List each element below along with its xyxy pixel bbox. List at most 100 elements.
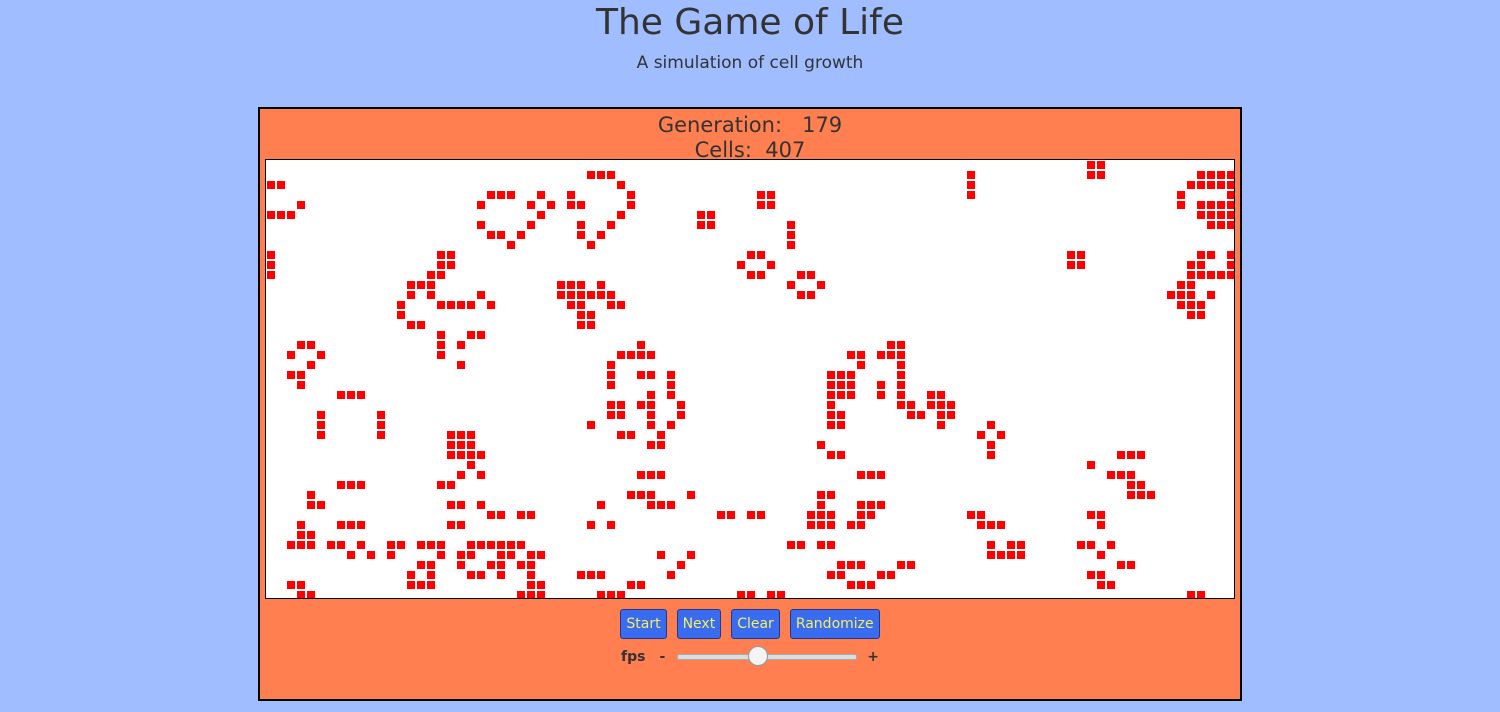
live-cell[interactable]: [497, 571, 505, 579]
live-cell[interactable]: [997, 431, 1005, 439]
live-cell[interactable]: [537, 581, 545, 589]
live-cell[interactable]: [827, 451, 835, 459]
live-cell[interactable]: [1187, 301, 1195, 309]
live-cell[interactable]: [337, 541, 345, 549]
live-cell[interactable]: [807, 271, 815, 279]
live-cell[interactable]: [637, 471, 645, 479]
live-cell[interactable]: [437, 481, 445, 489]
live-cell[interactable]: [827, 381, 835, 389]
live-cell[interactable]: [817, 441, 825, 449]
live-cell[interactable]: [467, 571, 475, 579]
live-cell[interactable]: [897, 371, 905, 379]
next-button[interactable]: Next: [676, 609, 722, 639]
live-cell[interactable]: [1077, 541, 1085, 549]
live-cell[interactable]: [607, 411, 615, 419]
live-cell[interactable]: [307, 541, 315, 549]
live-cell[interactable]: [1177, 281, 1185, 289]
live-cell[interactable]: [297, 341, 305, 349]
live-cell[interactable]: [447, 251, 455, 259]
live-cell[interactable]: [437, 301, 445, 309]
live-cell[interactable]: [287, 541, 295, 549]
live-cell[interactable]: [677, 561, 685, 569]
live-cell[interactable]: [487, 301, 495, 309]
live-cell[interactable]: [467, 301, 475, 309]
live-cell[interactable]: [607, 521, 615, 529]
live-cell[interactable]: [1127, 491, 1135, 499]
live-cell[interactable]: [457, 561, 465, 569]
live-cell[interactable]: [827, 391, 835, 399]
live-cell[interactable]: [307, 341, 315, 349]
live-cell[interactable]: [927, 391, 935, 399]
live-cell[interactable]: [1087, 171, 1095, 179]
live-cell[interactable]: [347, 481, 355, 489]
live-cell[interactable]: [457, 501, 465, 509]
live-cell[interactable]: [997, 521, 1005, 529]
live-cell[interactable]: [907, 401, 915, 409]
live-cell[interactable]: [897, 401, 905, 409]
live-cell[interactable]: [897, 561, 905, 569]
live-cell[interactable]: [787, 241, 795, 249]
live-cell[interactable]: [387, 551, 395, 559]
live-cell[interactable]: [1197, 251, 1205, 259]
live-cell[interactable]: [1187, 281, 1195, 289]
live-cell[interactable]: [657, 501, 665, 509]
live-cell[interactable]: [967, 511, 975, 519]
live-cell[interactable]: [1117, 471, 1125, 479]
live-cell[interactable]: [417, 561, 425, 569]
live-cell[interactable]: [1077, 261, 1085, 269]
live-cell[interactable]: [827, 371, 835, 379]
live-cell[interactable]: [317, 421, 325, 429]
live-cell[interactable]: [327, 541, 335, 549]
live-cell[interactable]: [817, 501, 825, 509]
live-cell[interactable]: [607, 291, 615, 299]
live-cell[interactable]: [1087, 511, 1095, 519]
live-cell[interactable]: [617, 411, 625, 419]
live-cell[interactable]: [447, 501, 455, 509]
live-cell[interactable]: [637, 371, 645, 379]
live-cell[interactable]: [407, 581, 415, 589]
live-cell[interactable]: [667, 421, 675, 429]
randomize-button[interactable]: Randomize: [789, 609, 880, 639]
live-cell[interactable]: [647, 411, 655, 419]
live-cell[interactable]: [337, 481, 345, 489]
live-cell[interactable]: [377, 421, 385, 429]
live-cell[interactable]: [427, 581, 435, 589]
live-cell[interactable]: [1217, 271, 1225, 279]
live-cell[interactable]: [1227, 221, 1234, 229]
live-cell[interactable]: [827, 421, 835, 429]
live-cell[interactable]: [867, 471, 875, 479]
live-cell[interactable]: [677, 411, 685, 419]
live-cell[interactable]: [837, 411, 845, 419]
live-cell[interactable]: [687, 551, 695, 559]
live-cell[interactable]: [267, 271, 275, 279]
live-cell[interactable]: [1167, 291, 1175, 299]
live-cell[interactable]: [847, 381, 855, 389]
live-cell[interactable]: [647, 401, 655, 409]
live-cell[interactable]: [527, 581, 535, 589]
live-cell[interactable]: [397, 301, 405, 309]
live-cell[interactable]: [877, 351, 885, 359]
live-cell[interactable]: [1187, 311, 1195, 319]
live-cell[interactable]: [1097, 511, 1105, 519]
live-cell[interactable]: [617, 591, 625, 598]
live-cell[interactable]: [827, 511, 835, 519]
live-cell[interactable]: [637, 491, 645, 499]
live-cell[interactable]: [437, 341, 445, 349]
live-cell[interactable]: [517, 541, 525, 549]
live-cell[interactable]: [937, 401, 945, 409]
live-cell[interactable]: [597, 291, 605, 299]
live-cell[interactable]: [1017, 541, 1025, 549]
live-cell[interactable]: [297, 591, 305, 598]
live-cell[interactable]: [337, 521, 345, 529]
live-cell[interactable]: [427, 561, 435, 569]
live-cell[interactable]: [407, 291, 415, 299]
live-cell[interactable]: [467, 451, 475, 459]
live-cell[interactable]: [497, 231, 505, 239]
live-cell[interactable]: [877, 391, 885, 399]
live-cell[interactable]: [567, 281, 575, 289]
live-cell[interactable]: [767, 191, 775, 199]
live-cell[interactable]: [967, 171, 975, 179]
live-cell[interactable]: [487, 191, 495, 199]
live-cell[interactable]: [477, 201, 485, 209]
live-cell[interactable]: [1107, 541, 1115, 549]
